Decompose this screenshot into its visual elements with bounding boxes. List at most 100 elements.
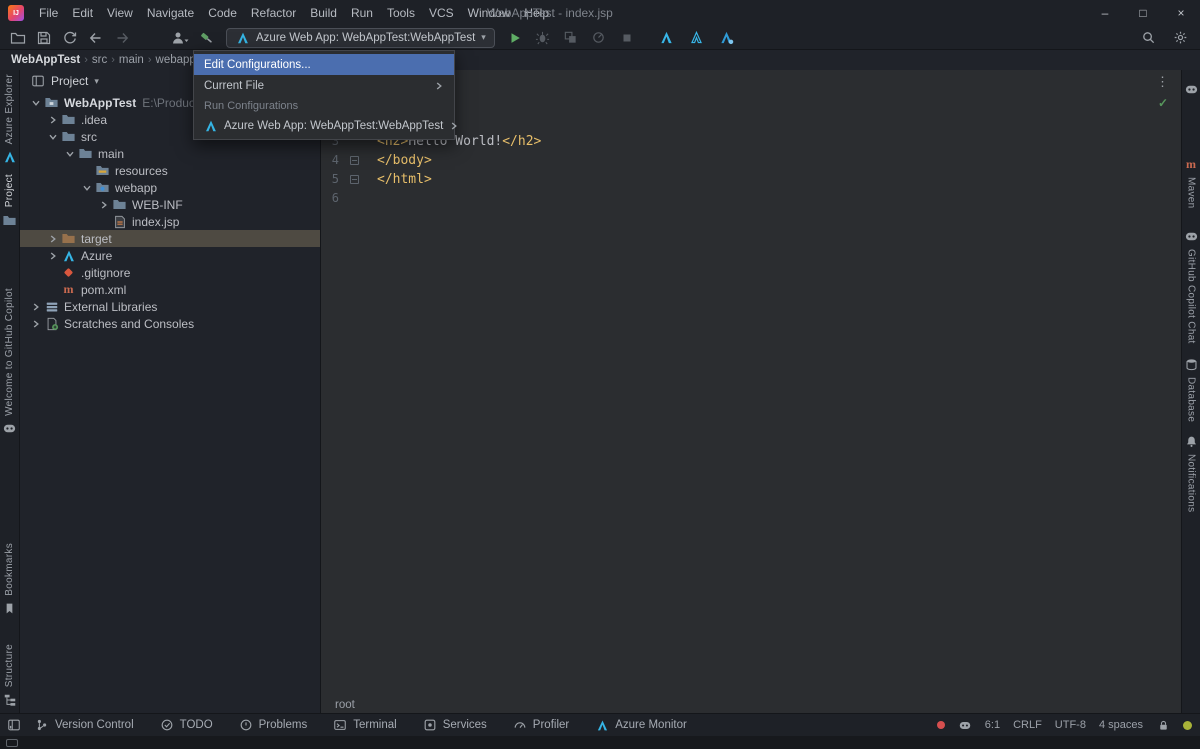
back-icon[interactable] bbox=[84, 27, 108, 49]
toolwindow-button-problems[interactable]: Problems bbox=[226, 714, 321, 736]
copilot-status-icon[interactable] bbox=[958, 718, 972, 732]
breadcrumb-main[interactable]: main bbox=[116, 54, 147, 66]
chevron-right-icon[interactable] bbox=[28, 299, 43, 314]
chevron-spacer bbox=[45, 282, 60, 297]
profiler-icon bbox=[513, 718, 527, 732]
azure-icon bbox=[2, 149, 17, 164]
tree-item-target[interactable]: target bbox=[20, 230, 320, 247]
chevron-down-icon[interactable] bbox=[45, 129, 60, 144]
azure-a-3-icon[interactable] bbox=[715, 27, 739, 49]
tool-stripe-github-copilot[interactable] bbox=[1184, 82, 1199, 97]
tree-item-webapp[interactable]: webapp bbox=[20, 179, 320, 196]
menu-code[interactable]: Code bbox=[201, 0, 244, 26]
more-options-icon[interactable]: ⋮ bbox=[1156, 74, 1169, 90]
ide-notification-icon[interactable] bbox=[1183, 721, 1192, 730]
toolwindow-switcher-icon[interactable] bbox=[6, 717, 22, 733]
tool-stripe-maven[interactable]: mMaven bbox=[1184, 157, 1199, 209]
right-stripe-items: mMaven GitHub Copilot Chat Database Notific… bbox=[1182, 70, 1200, 513]
menu-view[interactable]: View bbox=[100, 0, 140, 26]
menu-item-azure-web-app-webapptest-webapptest[interactable]: Azure Web App: WebAppTest:WebAppTest bbox=[194, 115, 454, 136]
toolwindow-button-label: Profiler bbox=[533, 719, 569, 731]
editor-area[interactable]: ⋮ ✓ 3<h2>Hello World!</h2>4</body>5</htm… bbox=[321, 70, 1181, 713]
minimize-button[interactable]: – bbox=[1086, 0, 1124, 26]
tree-item-web-inf[interactable]: WEB-INF bbox=[20, 196, 320, 213]
menu-tools[interactable]: Tools bbox=[380, 0, 422, 26]
tool-stripe-structure[interactable]: Structure bbox=[2, 644, 17, 707]
menu-vcs[interactable]: VCS bbox=[422, 0, 461, 26]
left-stripe-bottom: Bookmarks Structure bbox=[0, 539, 19, 707]
open-folder-icon[interactable] bbox=[6, 27, 30, 49]
toolwindow-button-profiler[interactable]: Profiler bbox=[500, 714, 582, 736]
breadcrumb-root[interactable]: root bbox=[335, 699, 355, 711]
toolbar-right-icons bbox=[1136, 26, 1192, 49]
build-hammer-icon[interactable] bbox=[194, 27, 218, 49]
libraries-icon bbox=[43, 299, 60, 314]
copilot-icon bbox=[2, 421, 17, 436]
code-line-4[interactable]: 4</body> bbox=[321, 151, 1181, 170]
breadcrumb-webapptest[interactable]: WebAppTest bbox=[8, 54, 83, 66]
code-lines: 3<h2>Hello World!</h2>4</body>5</html>6 bbox=[321, 132, 1181, 208]
taskbar-app-icon[interactable] bbox=[6, 739, 18, 747]
toolwindow-button-version-control[interactable]: Version Control bbox=[22, 714, 147, 736]
menu-file[interactable]: File bbox=[32, 0, 65, 26]
chevron-down-icon[interactable] bbox=[62, 146, 77, 161]
tree-item-gitignore[interactable]: .gitignore bbox=[20, 264, 320, 281]
chevron-right-icon[interactable] bbox=[45, 112, 60, 127]
save-all-icon[interactable] bbox=[32, 27, 56, 49]
readonly-lock-icon[interactable] bbox=[1156, 718, 1170, 732]
chevron-down-icon[interactable] bbox=[28, 95, 43, 110]
close-button[interactable]: × bbox=[1162, 0, 1200, 26]
toolwindow-button-todo[interactable]: TODO bbox=[147, 714, 226, 736]
toolwindow-button-azure-monitor[interactable]: Azure Monitor bbox=[582, 714, 700, 736]
menu-item-current-file[interactable]: Current File bbox=[194, 75, 454, 96]
chevron-right-icon[interactable] bbox=[45, 231, 60, 246]
tree-item-scratches-and-consoles[interactable]: Scratches and Consoles bbox=[20, 315, 320, 332]
tool-stripe-notifications[interactable]: Notifications bbox=[1184, 434, 1199, 512]
file-encoding[interactable]: UTF-8 bbox=[1055, 719, 1086, 731]
tool-stripe-project[interactable]: Project bbox=[2, 174, 17, 227]
tool-stripe-bookmarks[interactable]: Bookmarks bbox=[2, 543, 17, 616]
tree-item-resources[interactable]: resources bbox=[20, 162, 320, 179]
chevron-right-icon[interactable] bbox=[45, 248, 60, 263]
tool-stripe-database[interactable]: Database bbox=[1184, 357, 1199, 422]
caret-position[interactable]: 6:1 bbox=[985, 719, 1000, 731]
tool-stripe-welcome-to-github-copilot[interactable]: Welcome to GitHub Copilot bbox=[2, 288, 17, 436]
azure-a-1-icon[interactable] bbox=[655, 27, 679, 49]
inspections-ok-icon[interactable]: ✓ bbox=[1158, 96, 1168, 110]
tool-stripe-github-copilot-chat[interactable]: GitHub Copilot Chat bbox=[1184, 229, 1199, 344]
breadcrumb-webapp[interactable]: webapp bbox=[153, 54, 199, 66]
tree-item-main[interactable]: main bbox=[20, 145, 320, 162]
breadcrumb-src[interactable]: src bbox=[89, 54, 110, 66]
menu-edit[interactable]: Edit bbox=[65, 0, 100, 26]
menu-refactor[interactable]: Refactor bbox=[244, 0, 303, 26]
toolwindow-button-terminal[interactable]: Terminal bbox=[320, 714, 409, 736]
left-tool-stripe: Azure Explorer Project Welcome to GitHub C… bbox=[0, 70, 20, 713]
sync-icon[interactable] bbox=[58, 27, 82, 49]
menu-item-edit-configurations[interactable]: Edit Configurations... bbox=[194, 54, 454, 75]
run-config-combo[interactable]: Azure Web App: WebAppTest:WebAppTest ▾ bbox=[226, 28, 495, 48]
folder-icon bbox=[111, 197, 128, 212]
tool-stripe-azure-explorer[interactable]: Azure Explorer bbox=[2, 74, 17, 164]
profile-icon[interactable] bbox=[168, 27, 192, 49]
menu-navigate[interactable]: Navigate bbox=[140, 0, 201, 26]
chevron-down-icon[interactable] bbox=[79, 180, 94, 195]
line-separator[interactable]: CRLF bbox=[1013, 719, 1042, 731]
tree-item-azure[interactable]: Azure bbox=[20, 247, 320, 264]
menu-run[interactable]: Run bbox=[344, 0, 380, 26]
chevron-right-icon[interactable] bbox=[96, 197, 111, 212]
run-icon[interactable] bbox=[503, 27, 527, 49]
code-line-6[interactable]: 6 bbox=[321, 189, 1181, 208]
tree-item-index-jsp[interactable]: index.jsp bbox=[20, 213, 320, 230]
editor-breadcrumbs: root bbox=[321, 697, 1181, 713]
code-line-5[interactable]: 5</html> bbox=[321, 170, 1181, 189]
search-icon[interactable] bbox=[1136, 27, 1160, 49]
tree-item-external-libraries[interactable]: External Libraries bbox=[20, 298, 320, 315]
menu-build[interactable]: Build bbox=[303, 0, 344, 26]
chevron-right-icon[interactable] bbox=[28, 316, 43, 331]
maximize-button[interactable]: □ bbox=[1124, 0, 1162, 26]
tree-item-pom-xml[interactable]: mpom.xml bbox=[20, 281, 320, 298]
toolwindow-button-services[interactable]: Services bbox=[410, 714, 500, 736]
settings-icon[interactable] bbox=[1168, 27, 1192, 49]
indent-style[interactable]: 4 spaces bbox=[1099, 719, 1143, 731]
azure-a-2-icon[interactable] bbox=[685, 27, 709, 49]
